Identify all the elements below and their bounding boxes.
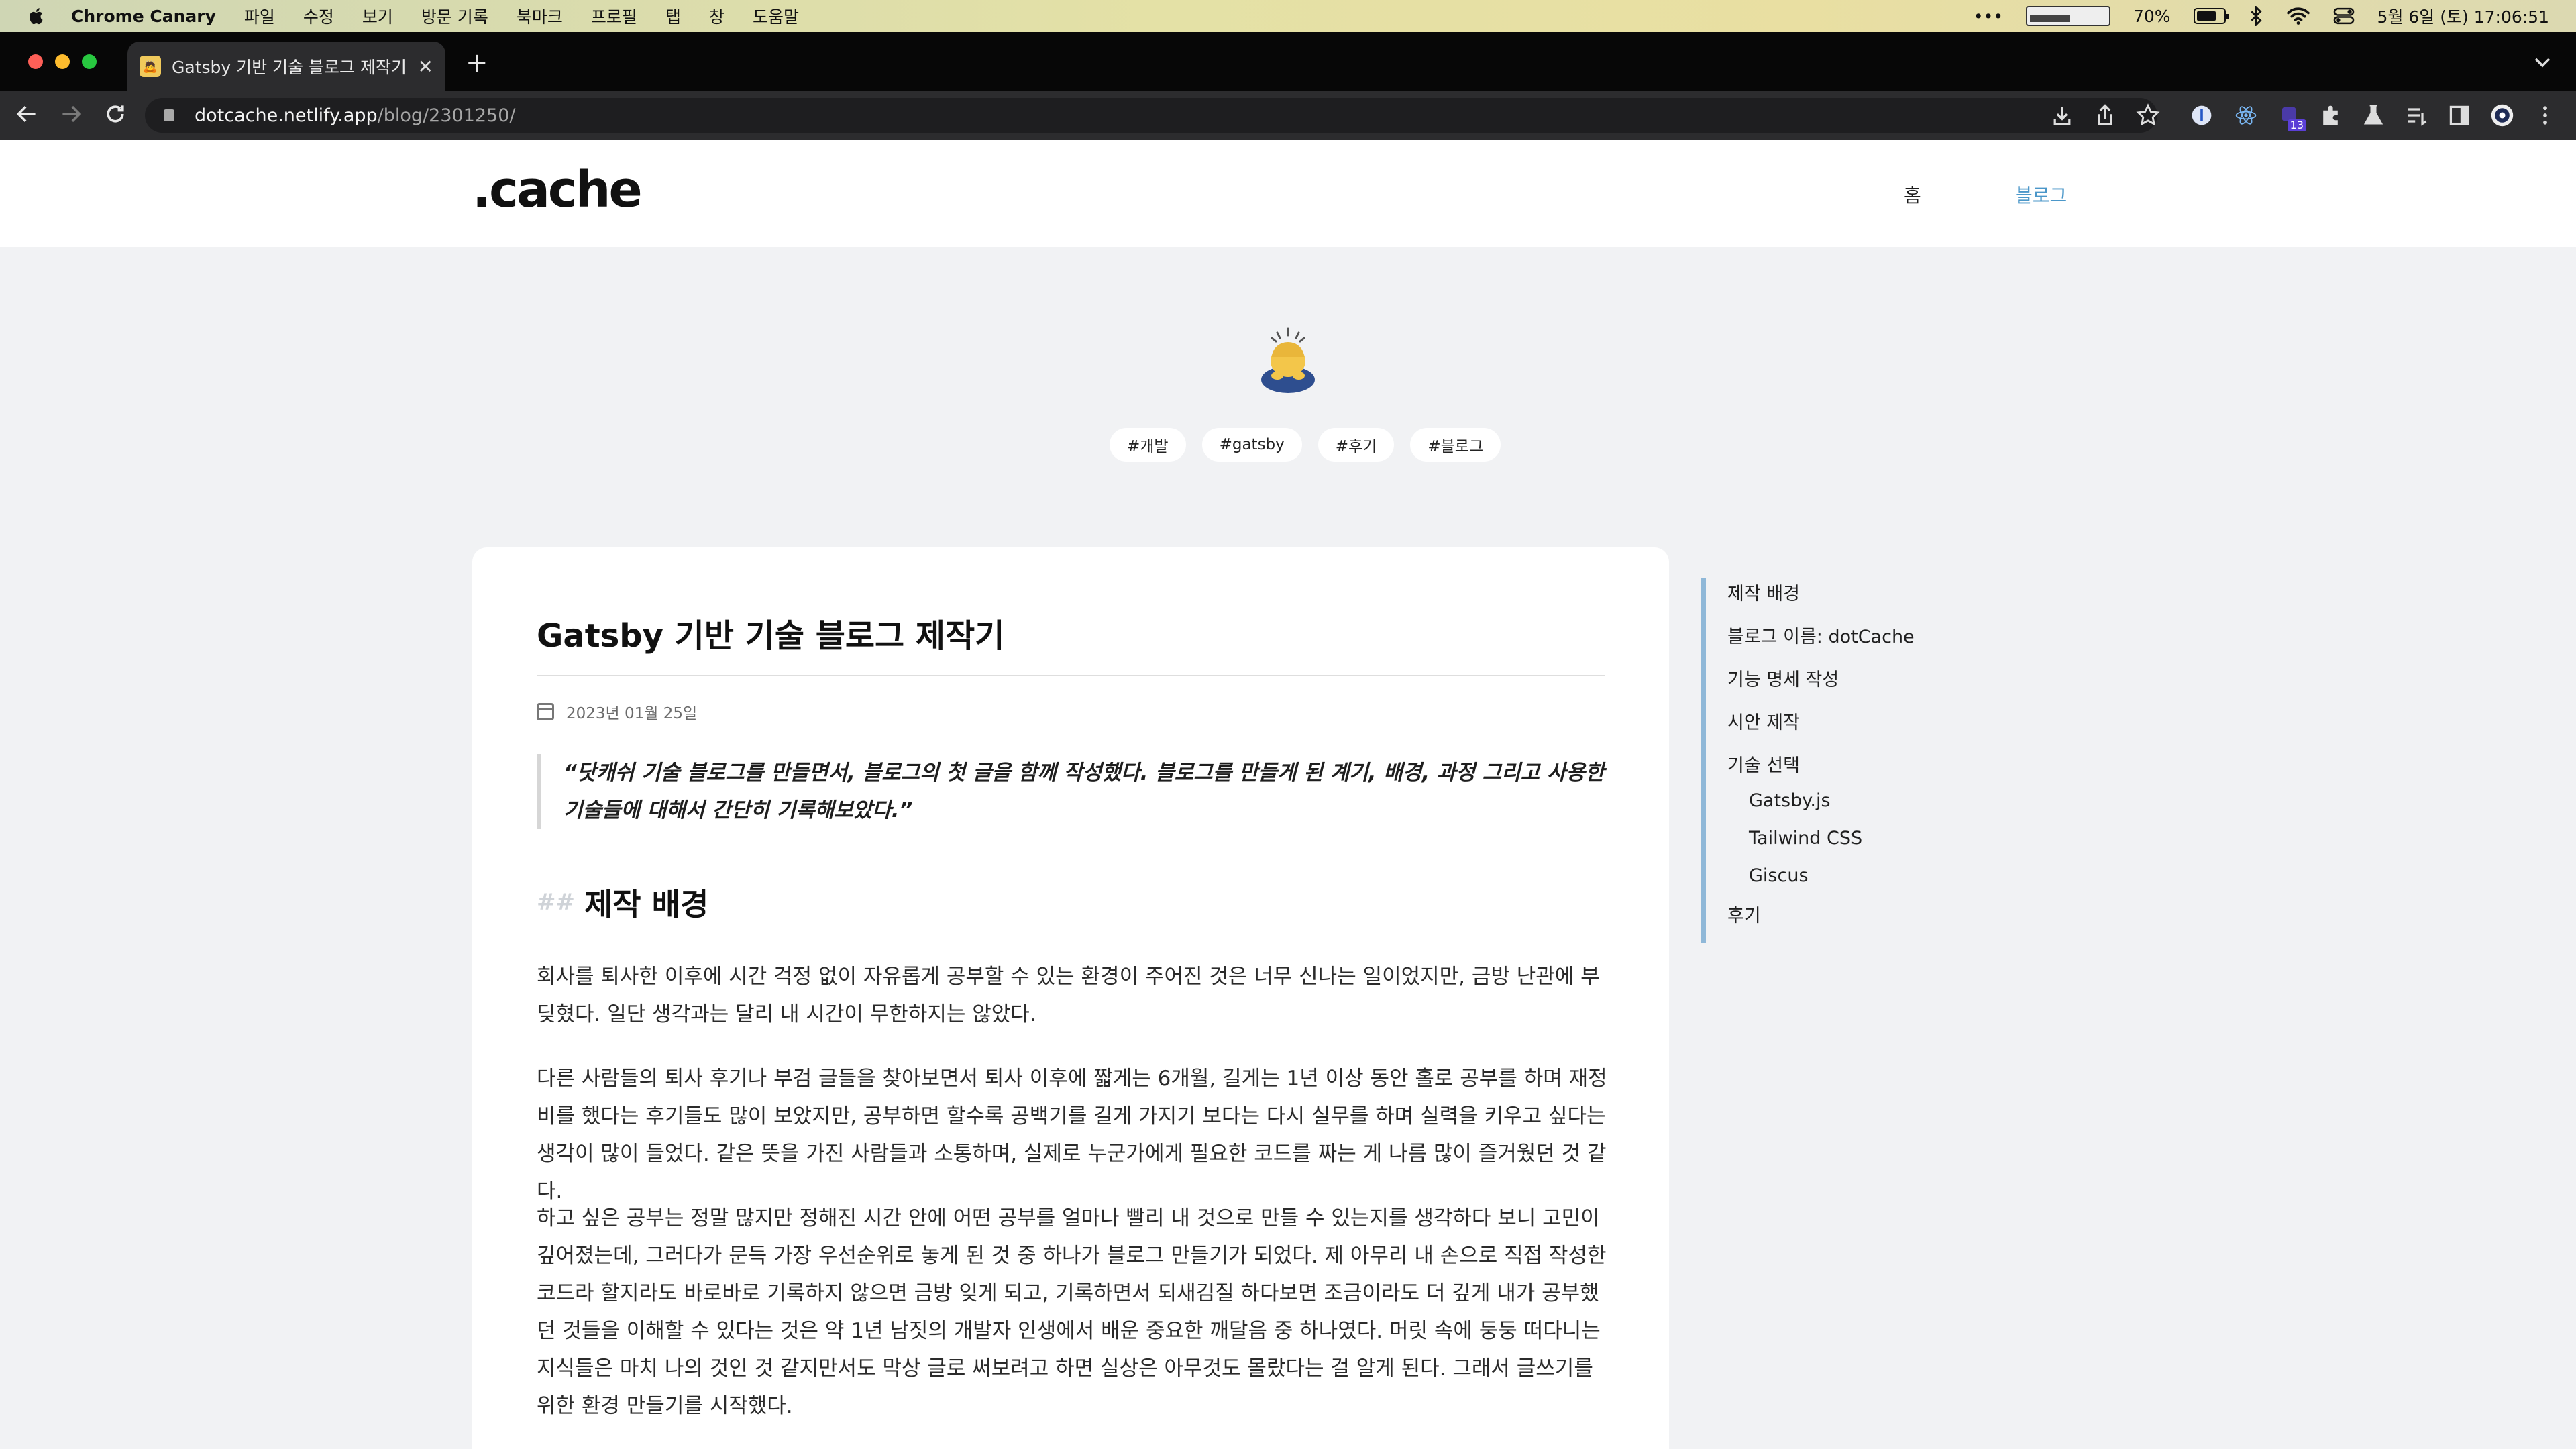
toc-item[interactable]: 제작 배경 — [1727, 578, 1970, 621]
address-bar[interactable]: dotcache.netlify.app/blog/2301250/ — [145, 98, 2157, 133]
paragraph: 하고 싶은 공부는 정말 많지만 정해진 시간 안에 어떤 공부를 얼마나 빨리… — [537, 1206, 1607, 1418]
url-host: dotcache.netlify.app — [195, 105, 378, 126]
calendar-icon — [537, 703, 554, 720]
title-divider — [537, 675, 1605, 676]
tab-close-icon[interactable]: ✕ — [418, 56, 433, 78]
toc-item[interactable]: 블로그 이름: dotCache — [1727, 621, 1970, 664]
menu-view[interactable]: 보기 — [362, 4, 393, 28]
bowing-person-emoji-icon — [1261, 327, 1315, 393]
menu-edit[interactable]: 수정 — [303, 4, 334, 28]
post-date: 2023년 01월 25일 — [566, 705, 698, 722]
paragraph: 회사를 퇴사한 이후에 시간 걱정 없이 자유롭게 공부할 수 있는 환경이 주… — [537, 965, 1600, 1026]
tag-chip[interactable]: #후기 — [1318, 428, 1395, 462]
side-panel-icon[interactable] — [2447, 103, 2471, 127]
cpu-monitor-icon[interactable] — [2025, 6, 2110, 26]
toc-subitem[interactable]: Gatsby.js — [1727, 788, 1970, 825]
site-header — [0, 140, 2576, 247]
extension-badge: 13 — [2287, 119, 2306, 131]
app-name-menu[interactable]: Chrome Canary — [71, 7, 216, 26]
menu-window[interactable]: 창 — [709, 4, 724, 28]
back-arrow-icon[interactable] — [15, 102, 39, 126]
battery-icon[interactable] — [2193, 8, 2229, 24]
url-path: /blog/2301250/ — [377, 105, 516, 126]
tag-chip[interactable]: #gatsby — [1201, 428, 1302, 462]
control-center-icon[interactable] — [2333, 7, 2355, 25]
window-zoom-button[interactable] — [82, 54, 97, 69]
tag-chip[interactable]: #개발 — [1110, 428, 1186, 462]
labs-flask-icon[interactable] — [2361, 103, 2385, 127]
battery-percent: 70% — [2133, 6, 2171, 26]
more-status-icon[interactable]: ••• — [1974, 7, 2003, 26]
bluetooth-icon[interactable] — [2249, 6, 2263, 26]
tag-list: #개발 #gatsby #후기 #블로그 — [1110, 428, 1501, 462]
window-close-button[interactable] — [28, 54, 43, 69]
menu-file[interactable]: 파일 — [244, 4, 275, 28]
window-minimize-button[interactable] — [55, 54, 70, 69]
reload-icon[interactable] — [103, 102, 127, 126]
react-devtools-icon[interactable] — [2234, 103, 2258, 127]
profile-avatar-icon[interactable] — [2490, 103, 2514, 127]
wifi-icon[interactable] — [2286, 7, 2310, 25]
share-icon[interactable] — [2093, 103, 2117, 127]
paragraph: 다른 사람들의 퇴사 후기나 부검 글들을 찾아보면서 퇴사 이후에 짧게는 6… — [537, 1067, 1607, 1203]
toc-item[interactable]: 기술 선택 — [1727, 750, 1970, 788]
chrome-menu-kebab-icon[interactable] — [2533, 103, 2557, 127]
macos-menubar: Chrome Canary 파일 수정 보기 방문 기록 북마크 프로필 탭 창… — [0, 0, 2576, 32]
extension-with-badge-icon[interactable]: 13 — [2278, 103, 2306, 131]
bookmark-star-icon[interactable] — [2136, 103, 2160, 127]
nav-link-blog[interactable]: 블로그 — [2015, 181, 2067, 208]
toc-item[interactable]: 후기 — [1727, 900, 1970, 943]
forward-arrow-icon[interactable] — [59, 102, 83, 126]
toc-item[interactable]: 기능 명세 작성 — [1727, 664, 1970, 707]
reading-list-icon[interactable] — [2404, 103, 2428, 127]
post-summary-quote: “닷캐쉬 기술 블로그를 만들면서, 블로그의 첫 글을 함께 작성했다. 블로… — [537, 754, 1605, 829]
extensions-puzzle-icon[interactable] — [2318, 103, 2343, 127]
menu-help[interactable]: 도움말 — [753, 4, 799, 28]
clock[interactable]: 5월 6일 (토) 17:06:51 — [2377, 4, 2549, 28]
toc-subitem[interactable]: Tailwind CSS — [1727, 825, 1970, 863]
site-favicon-icon: 🙇 — [140, 56, 161, 77]
menu-history[interactable]: 방문 기록 — [421, 4, 488, 28]
menu-bookmarks[interactable]: 북마크 — [517, 4, 563, 28]
post-date-row: 2023년 01월 25일 — [537, 700, 697, 723]
browser-tab-active[interactable]: 🙇 Gatsby 기반 기술 블로그 제작기 | d ✕ — [127, 42, 445, 91]
post-title: Gatsby 기반 기술 블로그 제작기 — [537, 617, 1005, 655]
install-app-icon[interactable] — [2050, 103, 2074, 127]
menu-tab[interactable]: 탭 — [665, 4, 681, 28]
tab-title: Gatsby 기반 기술 블로그 제작기 | d — [172, 58, 410, 77]
menu-profiles[interactable]: 프로필 — [591, 4, 637, 28]
tab-search-chevron-icon[interactable] — [2533, 55, 2552, 68]
new-tab-button[interactable]: + — [466, 50, 488, 76]
section-heading-text: 제작 배경 — [584, 886, 709, 922]
toc-item[interactable]: 시안 제작 — [1727, 707, 1970, 750]
heading-anchor-hash[interactable]: ## — [537, 889, 575, 916]
site-logo[interactable]: .cache — [472, 161, 643, 219]
password-manager-extension-icon[interactable] — [2190, 103, 2214, 127]
nav-link-home[interactable]: 홈 — [1904, 181, 1921, 208]
apple-icon[interactable] — [27, 6, 47, 26]
tag-chip[interactable]: #블로그 — [1410, 428, 1501, 462]
lock-icon[interactable] — [164, 109, 174, 121]
toc-subitem[interactable]: Giscus — [1727, 863, 1970, 900]
table-of-contents: 제작 배경 블로그 이름: dotCache 기능 명세 작성 시안 제작 기술… — [1701, 578, 1970, 943]
section-heading: ## 제작 배경 — [537, 880, 708, 924]
menubar-status-area: ••• 70% 5월 6일 (토) 17:06:51 — [1974, 0, 2549, 32]
